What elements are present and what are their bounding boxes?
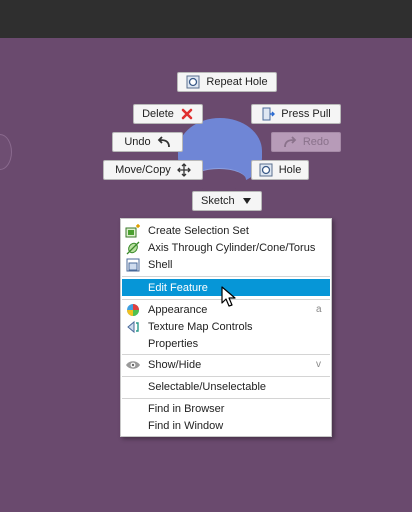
press-pull-label: Press Pull [281, 108, 331, 120]
model-edge-circle [0, 134, 12, 170]
delete-button[interactable]: Delete [133, 104, 203, 124]
menu-item-axis-through[interactable]: Axis Through Cylinder/Cone/Torus [122, 239, 330, 256]
menu-item-label: Find in Browser [148, 402, 225, 415]
axis-icon [122, 239, 144, 256]
menu-divider [122, 276, 330, 277]
shortcut-key: v [316, 359, 321, 370]
shortcut-key: a [316, 304, 322, 315]
menu-item-label: Selectable/Unselectable [148, 380, 267, 393]
delete-x-icon [180, 107, 194, 121]
viewport-canvas[interactable]: Repeat Hole Delete Press Pull Undo Redo … [0, 0, 412, 512]
undo-arrow-icon [157, 135, 171, 149]
redo-button[interactable]: Redo [271, 132, 341, 152]
menu-divider [122, 376, 330, 377]
mouse-cursor-icon [221, 286, 236, 307]
undo-button[interactable]: Undo [112, 132, 183, 152]
redo-arrow-icon [283, 135, 297, 149]
press-pull-button[interactable]: Press Pull [251, 104, 341, 124]
menu-item-properties[interactable]: Properties [122, 335, 330, 352]
menu-item-find-in-browser[interactable]: Find in Browser [122, 400, 330, 417]
menu-item-label: Edit Feature [148, 281, 208, 294]
move-copy-label: Move/Copy [115, 164, 171, 176]
menu-item-label: Find in Window [148, 419, 224, 432]
menu-item-find-in-window[interactable]: Find in Window [122, 417, 330, 434]
menu-item-texture-map-controls[interactable]: Texture Map Controls [122, 318, 330, 335]
shell-icon [122, 256, 144, 273]
move-arrows-icon [176, 163, 191, 177]
hole-icon [259, 163, 273, 177]
menu-item-selectable-unselectable[interactable]: Selectable/Unselectable [122, 378, 330, 395]
repeat-hole-button[interactable]: Repeat Hole [177, 72, 277, 92]
hole-label: Hole [278, 164, 302, 176]
menu-divider [122, 398, 330, 399]
menu-item-shell[interactable]: Shell [122, 256, 330, 273]
top-toolbar-area [0, 0, 412, 38]
chevron-down-icon [241, 194, 253, 208]
menu-item-label: Axis Through Cylinder/Cone/Torus [148, 241, 316, 254]
context-menu: Create Selection Set Axis Through Cylind… [120, 218, 332, 437]
delete-label: Delete [142, 108, 174, 120]
menu-item-show-hide[interactable]: Show/Hide v [122, 356, 330, 373]
eye-icon [122, 356, 144, 373]
menu-item-label: Show/Hide [148, 358, 202, 371]
texture-map-icon [122, 318, 144, 335]
hole-icon [186, 75, 200, 89]
appearance-icon [122, 301, 144, 318]
selection-set-icon [122, 222, 144, 239]
menu-item-create-selection-set[interactable]: Create Selection Set [122, 222, 330, 239]
sketch-dropdown-button[interactable]: Sketch [192, 191, 262, 211]
menu-item-label: Shell [148, 258, 173, 271]
sketch-label: Sketch [201, 195, 235, 207]
press-pull-icon [261, 107, 276, 121]
menu-item-label: Create Selection Set [148, 224, 249, 237]
redo-label: Redo [302, 136, 330, 148]
hole-button[interactable]: Hole [251, 160, 309, 180]
menu-item-label: Properties [148, 337, 199, 350]
repeat-hole-label: Repeat Hole [206, 76, 268, 88]
undo-label: Undo [124, 136, 151, 148]
menu-divider [122, 354, 330, 355]
menu-item-label: Texture Map Controls [148, 320, 253, 333]
move-copy-button[interactable]: Move/Copy [103, 160, 203, 180]
